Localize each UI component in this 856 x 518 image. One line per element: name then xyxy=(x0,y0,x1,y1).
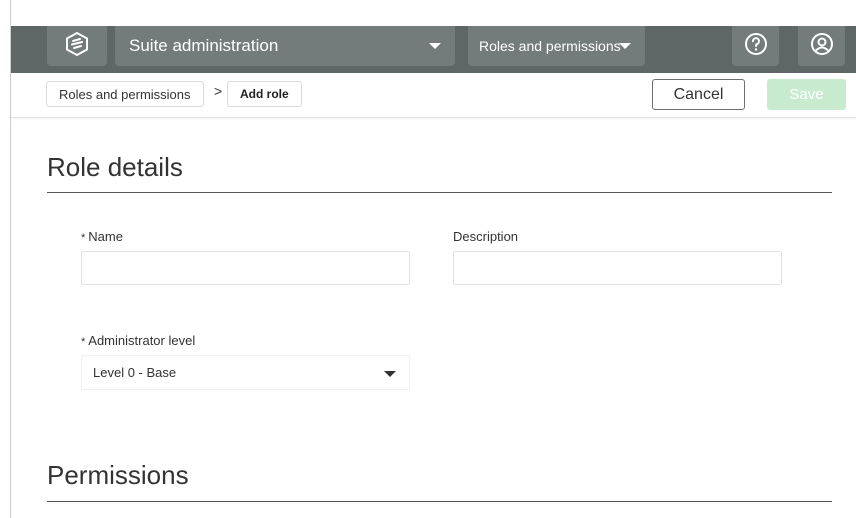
breadcrumb-label: Add role xyxy=(240,87,289,101)
window-left-margin xyxy=(0,0,11,518)
admin-level-select[interactable]: Level 0 - Base xyxy=(81,355,410,390)
suite-selector[interactable]: Suite administration xyxy=(115,26,455,66)
module-selector[interactable]: Roles and permissions xyxy=(468,26,645,66)
chevron-down-icon xyxy=(429,43,441,49)
suite-selector-label: Suite administration xyxy=(129,36,279,55)
description-input[interactable] xyxy=(453,251,782,285)
role-details-heading: Role details xyxy=(47,152,183,182)
chevron-down-icon xyxy=(384,371,396,377)
name-label-text: Name xyxy=(88,229,123,244)
permissions-divider xyxy=(47,501,832,502)
breadcrumb-separator: > xyxy=(214,83,223,99)
cancel-button[interactable]: Cancel xyxy=(652,79,745,110)
required-mark: * xyxy=(81,232,86,244)
help-icon xyxy=(744,32,768,61)
chevron-down-icon xyxy=(619,43,631,49)
help-button[interactable] xyxy=(732,26,779,66)
user-icon xyxy=(810,32,834,61)
admin-level-selected-value: Level 0 - Base xyxy=(93,365,177,380)
user-menu-button[interactable] xyxy=(798,26,845,66)
description-field-label: Description xyxy=(453,229,519,244)
breadcrumb-item-add-role: Add role xyxy=(227,81,302,107)
admin-level-field-label: * Administrator level xyxy=(81,333,195,348)
role-details-divider xyxy=(47,192,832,193)
name-input[interactable] xyxy=(81,251,410,285)
permissions-heading: Permissions xyxy=(47,460,189,490)
app: Suite administration Roles and permissio… xyxy=(11,26,856,518)
admin-level-label-text: Administrator level xyxy=(88,333,196,348)
top-header: Suite administration Roles and permissio… xyxy=(11,26,856,73)
logo-button[interactable] xyxy=(47,26,107,66)
action-toolbar: Roles and permissions > Add role Cancel … xyxy=(11,73,856,118)
name-field-label: * Name xyxy=(81,229,123,244)
save-button[interactable]: Save xyxy=(767,79,846,110)
breadcrumb-label: Roles and permissions xyxy=(59,86,191,102)
window-top-margin xyxy=(0,0,856,26)
module-selector-label: Roles and permissions xyxy=(479,38,621,54)
breadcrumb-item-roles-and-permissions[interactable]: Roles and permissions xyxy=(46,81,204,107)
required-mark: * xyxy=(81,336,86,348)
logo-icon xyxy=(64,31,90,62)
